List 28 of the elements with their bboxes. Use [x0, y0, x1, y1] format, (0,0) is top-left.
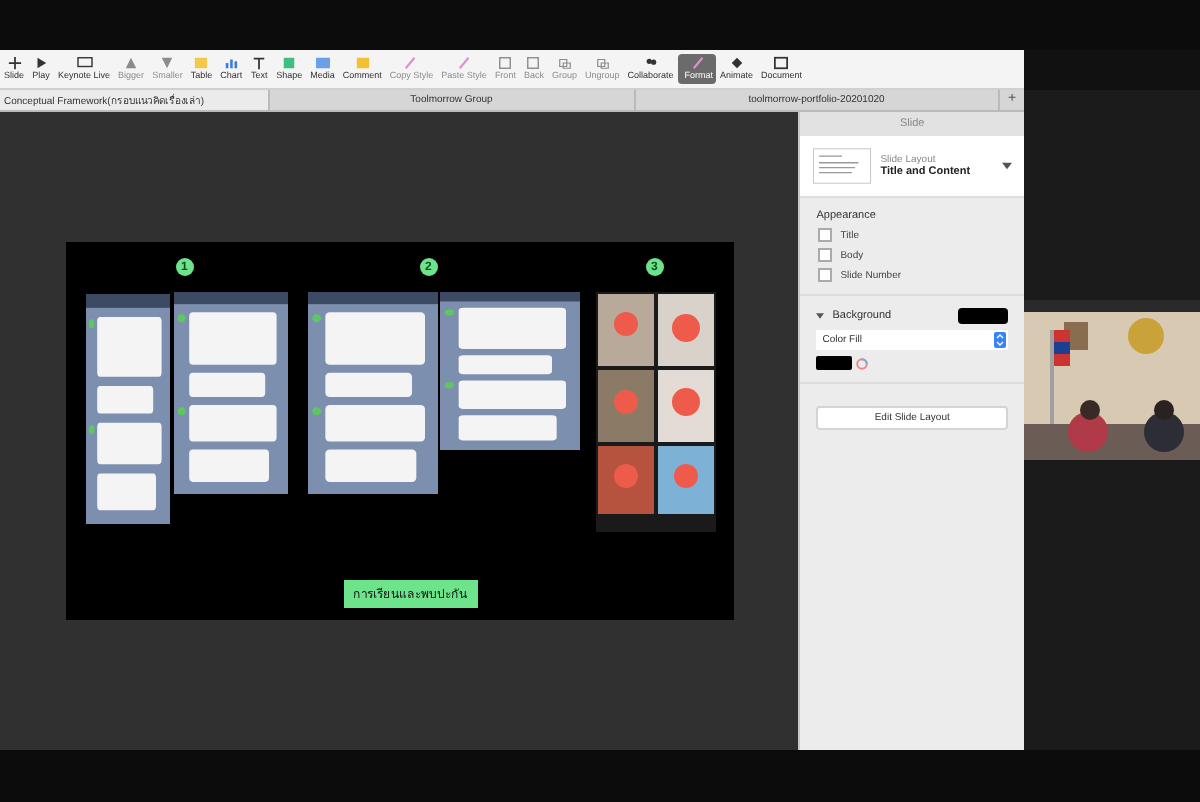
diamond-icon — [727, 56, 746, 70]
triangle-down-icon — [158, 56, 177, 70]
comment-icon — [353, 56, 372, 70]
brush-icon — [455, 56, 474, 70]
checkbox[interactable] — [818, 228, 833, 242]
text-icon — [250, 56, 269, 70]
plus-icon — [5, 56, 23, 70]
checkbox[interactable] — [818, 248, 833, 262]
chart-icon — [222, 56, 241, 70]
color-wheel-icon[interactable] — [856, 357, 869, 369]
color-well[interactable] — [816, 356, 853, 370]
stepper-icon — [994, 332, 1006, 348]
brush-icon — [402, 56, 421, 70]
group-icon — [593, 56, 612, 70]
disclosure-icon[interactable] — [816, 312, 825, 320]
color-swatch[interactable] — [958, 308, 1008, 324]
play-icon — [32, 56, 51, 70]
table-icon — [192, 56, 211, 70]
document-icon — [772, 56, 791, 70]
checkbox[interactable] — [818, 268, 833, 282]
square-icon — [280, 56, 299, 70]
screen-icon — [75, 56, 94, 70]
layout-thumbnail — [812, 148, 873, 184]
brush-icon — [689, 56, 708, 70]
caret-icon[interactable] — [1002, 162, 1012, 170]
image-icon — [313, 56, 332, 70]
triangle-up-icon — [122, 56, 141, 70]
group-icon — [555, 56, 574, 70]
